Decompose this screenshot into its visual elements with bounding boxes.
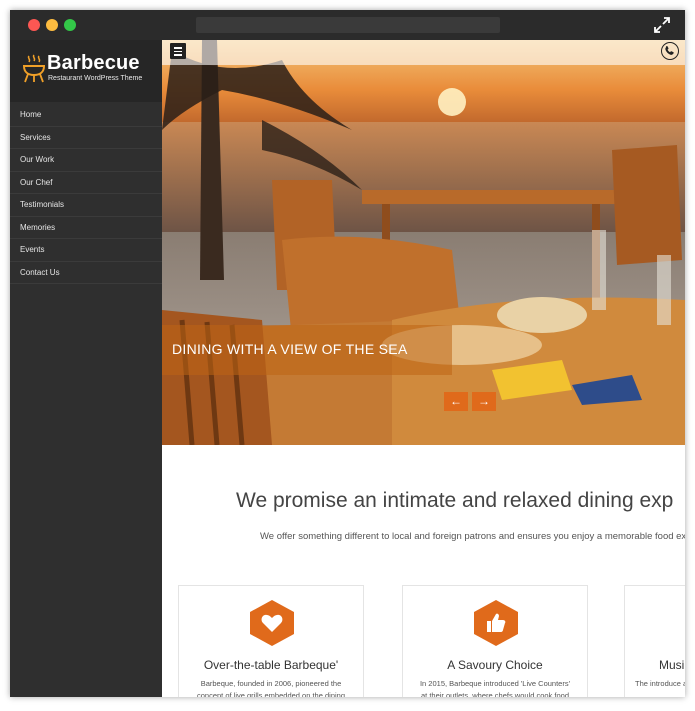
feature-card-music: Musi The introduce and 5 non-veg bbox=[624, 585, 685, 697]
feature-text: In 2015, Barbeque introduced 'Live Count… bbox=[419, 679, 571, 697]
browser-window: Barbecue Restaurant WordPress Theme Home… bbox=[10, 10, 685, 697]
feature-title: Musi bbox=[659, 658, 685, 672]
feature-title: Over-the-table Barbeque' bbox=[203, 658, 339, 672]
heart-icon bbox=[250, 600, 294, 646]
hero-image bbox=[162, 40, 685, 445]
hero-topbar bbox=[162, 40, 685, 65]
feature-text: Barbeque, founded in 2006, pioneered the… bbox=[196, 679, 345, 697]
nav-item-testimonials[interactable]: Testimonials bbox=[10, 194, 162, 217]
nav-item-services[interactable]: Services bbox=[10, 127, 162, 149]
nav-item-contact-us[interactable]: Contact Us bbox=[10, 262, 162, 284]
prev-slide-button[interactable]: ← bbox=[444, 392, 468, 411]
next-slide-button[interactable]: → bbox=[472, 392, 496, 411]
fullscreen-icon[interactable] bbox=[653, 16, 671, 34]
nav-item-our-chef[interactable]: Our Chef bbox=[10, 172, 162, 194]
address-bar[interactable] bbox=[196, 17, 500, 33]
nav-item-events[interactable]: Events bbox=[10, 239, 162, 262]
feature-text: The introduce and 5 non-veg bbox=[635, 679, 685, 688]
main-nav: Home Services Our Work Our Chef Testimon… bbox=[10, 104, 162, 284]
slide-caption: DINING WITH A VIEW OF THE SEA bbox=[162, 325, 452, 375]
intro-subline: We offer something different to local an… bbox=[260, 531, 685, 542]
feature-title: A Savoury Choice bbox=[447, 658, 543, 672]
intro-section: We promise an intimate and relaxed dinin… bbox=[162, 445, 685, 697]
feature-card-barbeque: Over-the-table Barbeque' Barbeque, found… bbox=[178, 585, 364, 697]
hero-slider: DINING WITH A VIEW OF THE SEA ← → bbox=[162, 40, 685, 445]
nav-item-memories[interactable]: Memories bbox=[10, 217, 162, 239]
feature-card-savoury: A Savoury Choice In 2015, Barbeque intro… bbox=[402, 585, 588, 697]
brand-subtitle: Restaurant WordPress Theme bbox=[48, 75, 143, 82]
logo[interactable]: Barbecue Restaurant WordPress Theme bbox=[10, 40, 162, 102]
arrow-left-icon: ← bbox=[450, 394, 462, 408]
sidebar: Barbecue Restaurant WordPress Theme Home… bbox=[10, 40, 162, 697]
menu-icon[interactable] bbox=[170, 43, 186, 59]
nav-item-our-work[interactable]: Our Work bbox=[10, 149, 162, 172]
maximize-dot[interactable] bbox=[64, 19, 76, 31]
grill-icon bbox=[22, 54, 46, 83]
thumbs-up-icon bbox=[474, 600, 518, 646]
phone-icon[interactable] bbox=[661, 42, 679, 60]
close-dot[interactable] bbox=[28, 19, 40, 31]
minimize-dot[interactable] bbox=[46, 19, 58, 31]
intro-headline: We promise an intimate and relaxed dinin… bbox=[236, 489, 674, 512]
slide-caption-text: DINING WITH A VIEW OF THE SEA bbox=[172, 341, 408, 357]
title-bar bbox=[10, 10, 685, 40]
nav-item-home[interactable]: Home bbox=[10, 104, 162, 127]
arrow-right-icon: → bbox=[478, 394, 490, 408]
brand-title: Barbecue bbox=[47, 52, 140, 74]
